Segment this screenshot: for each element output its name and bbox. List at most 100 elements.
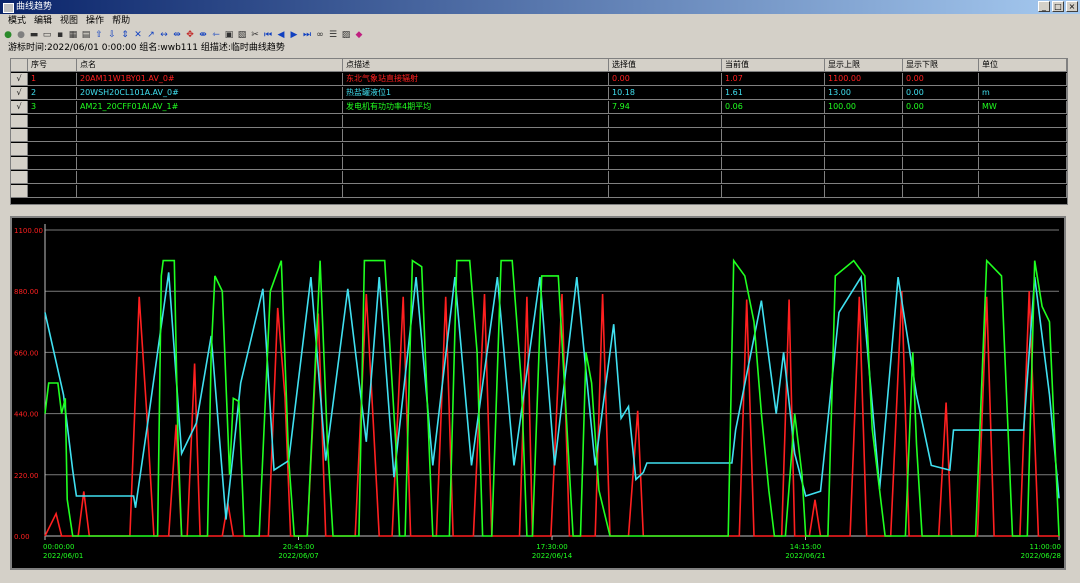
zoom-out-icon[interactable]: ↔ bbox=[158, 29, 170, 41]
empty-cell bbox=[903, 171, 979, 183]
cell-max: 1100.00 bbox=[825, 73, 903, 85]
menu-view[interactable]: 视图 bbox=[56, 14, 82, 28]
clear-icon[interactable]: ◆ bbox=[353, 29, 365, 41]
cell-max: 13.00 bbox=[825, 87, 903, 99]
table-row[interactable]: √ 2 20WSH20CL101A.AV_0# 热盐罐液位1 10.18 1.61 13.0… bbox=[11, 87, 1067, 100]
zoom-in-icon[interactable]: ↗ bbox=[145, 29, 157, 41]
empty-cell bbox=[979, 185, 1067, 197]
y-tick-label: 220.00 bbox=[14, 472, 39, 480]
pan-icon[interactable]: ✥ bbox=[184, 29, 196, 41]
expand-icon[interactable]: ⇼ bbox=[197, 29, 209, 41]
column-header: 单位 bbox=[979, 59, 1067, 71]
fit-horizontal-icon[interactable]: ⇹ bbox=[171, 29, 183, 41]
zoom-down-icon[interactable]: ⇩ bbox=[106, 29, 118, 41]
empty-cell bbox=[979, 143, 1067, 155]
x-tick-date: 2022/06/07 bbox=[278, 552, 318, 560]
empty-row bbox=[11, 115, 1067, 128]
row-checkbox bbox=[11, 157, 28, 169]
settings-icon[interactable]: ☰ bbox=[327, 29, 339, 41]
empty-cell bbox=[343, 129, 609, 141]
row-checkbox[interactable]: √ bbox=[11, 87, 28, 99]
empty-cell bbox=[903, 115, 979, 127]
zoom-up-icon[interactable]: ⇧ bbox=[93, 29, 105, 41]
row-checkbox bbox=[11, 171, 28, 183]
x-tick-date: 2022/06/14 bbox=[532, 552, 573, 560]
menu-operate[interactable]: 操作 bbox=[82, 14, 108, 28]
empty-cell bbox=[825, 143, 903, 155]
cell-no: 1 bbox=[28, 73, 77, 85]
row-checkbox[interactable]: √ bbox=[11, 73, 28, 85]
minimize-button[interactable]: _ bbox=[1038, 1, 1050, 12]
record-icon[interactable]: ● bbox=[2, 29, 14, 41]
table-row[interactable]: √ 3 AM21_20CFF01AI.AV_1# 发电机有功功率4期平均 7.94 0.0… bbox=[11, 101, 1067, 114]
menu-edit[interactable]: 编辑 bbox=[30, 14, 56, 28]
chart-icon[interactable]: ▤ bbox=[80, 29, 92, 41]
empty-cell bbox=[343, 157, 609, 169]
empty-cell bbox=[825, 115, 903, 127]
cell-sel: 0.00 bbox=[609, 73, 722, 85]
points-table: 序号 点名 点描述 选择值 当前值 显示上限 显示下限 单位 √ 1 20AM11W1BY01.AV… bbox=[10, 58, 1068, 205]
next-icon[interactable]: ▶ bbox=[288, 29, 300, 41]
empty-cell bbox=[903, 129, 979, 141]
toolbar: ● ● ▬ ▭ ▪ ▦ ▤ ⇧ ⇩ ⇕ ✕ ↗ ↔ ⇹ ✥ ⇼ ⇽ ▣ ▧ ✂ ⏮ ◀ ▶ ⏭ ∞ ☰ ▨ ◆ bbox=[2, 28, 365, 42]
table-header: 序号 点名 点描述 选择值 当前值 显示上限 显示下限 单位 bbox=[11, 59, 1067, 72]
empty-cell bbox=[343, 185, 609, 197]
cell-name: 20WSH20CL101A.AV_0# bbox=[77, 87, 343, 99]
cell-name: AM21_20CFF01AI.AV_1# bbox=[77, 101, 343, 113]
cell-no: 3 bbox=[28, 101, 77, 113]
empty-cell bbox=[609, 143, 722, 155]
fit-vertical-icon[interactable]: ⇕ bbox=[119, 29, 131, 41]
empty-cell bbox=[825, 157, 903, 169]
trend-chart-svg[interactable]: 1100.00 880.00 660.00 440.00 220.00 0.00 00:00… bbox=[12, 218, 1064, 568]
empty-cell bbox=[609, 115, 722, 127]
cell-cur: 1.07 bbox=[722, 73, 825, 85]
row-checkbox bbox=[11, 143, 28, 155]
empty-cell bbox=[28, 129, 77, 141]
cell-desc: 热盐罐液位1 bbox=[343, 87, 609, 99]
menu-mode[interactable]: 模式 bbox=[4, 14, 30, 28]
empty-cell bbox=[77, 129, 343, 141]
cell-cur: 0.06 bbox=[722, 101, 825, 113]
print-icon[interactable]: ▬ bbox=[28, 29, 40, 41]
binoculars-icon[interactable]: ∞ bbox=[314, 29, 326, 41]
stop-icon[interactable]: ● bbox=[15, 29, 27, 41]
tools-icon[interactable]: ✂ bbox=[249, 29, 261, 41]
menu-help[interactable]: 帮助 bbox=[108, 14, 134, 28]
row-checkbox[interactable]: √ bbox=[11, 101, 28, 113]
empty-cell bbox=[343, 115, 609, 127]
app-icon bbox=[3, 3, 14, 13]
first-icon[interactable]: ⏮ bbox=[262, 29, 274, 41]
cell-min: 0.00 bbox=[903, 87, 979, 99]
cell-unit: MW bbox=[979, 101, 1067, 113]
trend-chart[interactable]: 1100.00 880.00 660.00 440.00 220.00 0.00 00:00… bbox=[10, 216, 1066, 570]
copy-icon[interactable]: ▧ bbox=[236, 29, 248, 41]
empty-cell bbox=[77, 171, 343, 183]
table-icon[interactable]: ▦ bbox=[67, 29, 79, 41]
empty-row bbox=[11, 157, 1067, 170]
empty-cell bbox=[28, 185, 77, 197]
y-tick-label: 440.00 bbox=[14, 411, 39, 419]
open-icon[interactable]: ▭ bbox=[41, 29, 53, 41]
prev-icon[interactable]: ◀ bbox=[275, 29, 287, 41]
empty-cell bbox=[979, 129, 1067, 141]
cell-min: 0.00 bbox=[903, 101, 979, 113]
export-icon[interactable]: ▨ bbox=[340, 29, 352, 41]
shrink-icon[interactable]: ⇽ bbox=[210, 29, 222, 41]
empty-row bbox=[11, 129, 1067, 142]
cell-name: 20AM11W1BY01.AV_0# bbox=[77, 73, 343, 85]
maximize-button[interactable]: □ bbox=[1052, 1, 1064, 12]
cell-desc: 发电机有功功率4期平均 bbox=[343, 101, 609, 113]
save-icon[interactable]: ▪ bbox=[54, 29, 66, 41]
center-icon[interactable]: ✕ bbox=[132, 29, 144, 41]
empty-cell bbox=[722, 185, 825, 197]
table-row[interactable]: √ 1 20AM11W1BY01.AV_0# 东北气象站直接辐射 0.00 1.07 110… bbox=[11, 73, 1067, 86]
empty-row bbox=[11, 171, 1067, 184]
empty-row bbox=[11, 143, 1067, 156]
empty-cell bbox=[722, 115, 825, 127]
close-button[interactable]: × bbox=[1066, 1, 1078, 12]
mark-icon[interactable]: ▣ bbox=[223, 29, 235, 41]
cell-max: 100.00 bbox=[825, 101, 903, 113]
row-checkbox bbox=[11, 129, 28, 141]
column-header: 当前值 bbox=[722, 59, 825, 71]
last-icon[interactable]: ⏭ bbox=[301, 29, 313, 41]
